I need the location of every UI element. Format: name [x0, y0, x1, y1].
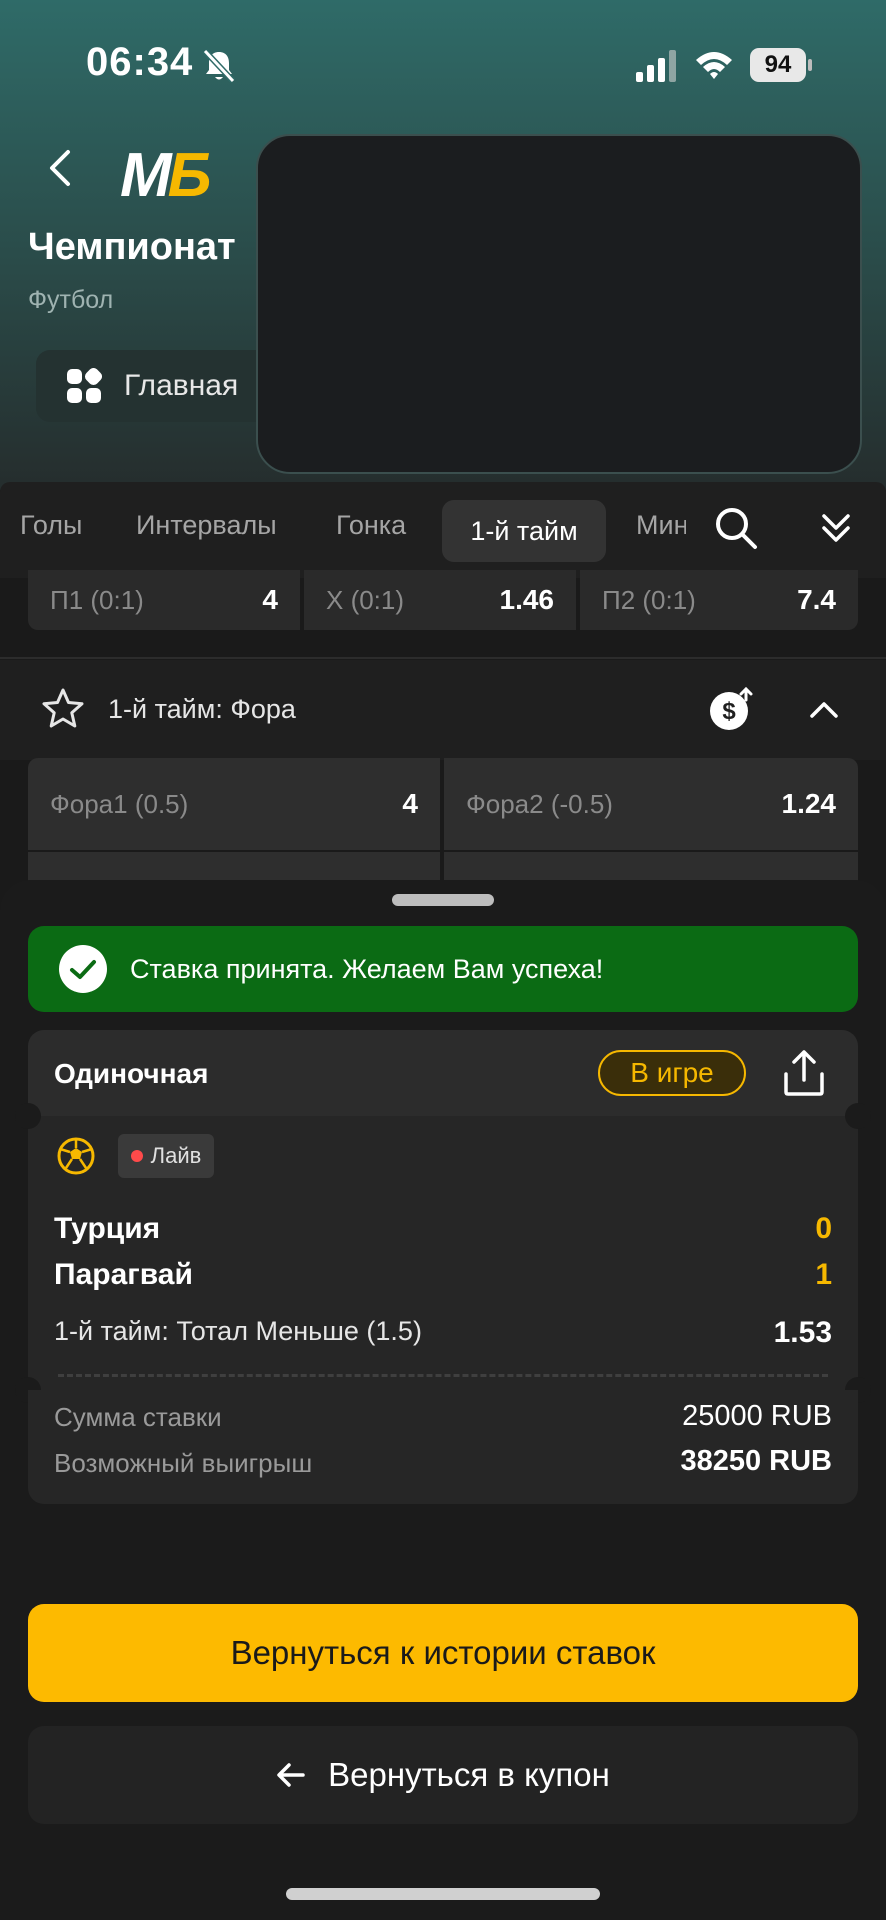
stake-label: Сумма ставки	[54, 1402, 222, 1432]
logo-m: М	[120, 141, 172, 210]
odd-label: П1 (0:1)	[50, 584, 144, 615]
page-subtitle: Футбол	[28, 286, 114, 314]
card-notch	[15, 1103, 41, 1129]
double-chevron-down-icon[interactable]	[818, 510, 854, 546]
battery-tip	[808, 59, 812, 71]
arrow-left-icon	[277, 1763, 305, 1787]
back-to-coupon-button[interactable]: Вернуться в купон	[28, 1726, 858, 1824]
success-message: Ставка принята. Желаем Вам успеха!	[130, 953, 604, 984]
divider	[0, 657, 886, 659]
tab-goals[interactable]: Голы	[20, 510, 82, 541]
potential-win-label: Возможный выигрыш	[54, 1448, 313, 1478]
bet-odd: 1.53	[773, 1316, 832, 1349]
success-banner: Ставка принята. Желаем Вам успеха!	[28, 926, 858, 1012]
home-indicator[interactable]	[286, 1888, 600, 1900]
coupon-button-label: Вернуться в купон	[328, 1756, 610, 1793]
odd-cell[interactable]: П1 (0:1) 4	[28, 570, 300, 630]
odd-label: Фора2 (-0.5)	[466, 788, 613, 819]
live-badge: Лайв	[118, 1134, 214, 1178]
odds-row-handicap-result: П1 (0:1) 4 X (0:1) 1.46 П2 (0:1) 7.4	[28, 570, 858, 630]
video-player-overlay[interactable]	[256, 134, 862, 474]
market-title: 1-й тайм: Фора	[108, 694, 296, 724]
card-notch	[845, 1103, 871, 1129]
cashout-icon[interactable]: $	[708, 686, 754, 732]
main-chip-label: Главная	[124, 369, 239, 402]
live-dot	[130, 1150, 143, 1162]
odd-cell[interactable]	[28, 852, 440, 882]
dashed-divider	[58, 1374, 828, 1377]
grid-icon	[67, 368, 102, 403]
search-icon[interactable]	[714, 506, 758, 550]
sheet-drag-handle[interactable]	[392, 894, 494, 906]
odd-value: 4	[402, 788, 418, 819]
live-label: Лайв	[150, 1143, 202, 1168]
odds-row-handicap: Фора1 (0.5) 4 Фора2 (-0.5) 1.24	[28, 758, 858, 850]
football-icon	[57, 1137, 95, 1175]
potential-win-value: 38250 RUB	[680, 1445, 832, 1477]
signal-icon	[636, 50, 676, 82]
tab-race[interactable]: Гонка	[336, 510, 406, 541]
odds-row-partial	[28, 852, 858, 882]
svg-text:$: $	[722, 698, 736, 725]
status-badge: В игре	[598, 1050, 746, 1096]
logo-b: Б	[167, 141, 212, 210]
share-icon[interactable]	[780, 1048, 828, 1098]
tab-intervals[interactable]: Интервалы	[136, 510, 277, 541]
back-to-history-button[interactable]: Вернуться к истории ставок	[28, 1604, 858, 1702]
back-button[interactable]	[40, 144, 80, 192]
odd-cell[interactable]: Фора1 (0.5) 4	[28, 758, 440, 850]
star-icon[interactable]	[40, 686, 86, 732]
tab-first-half[interactable]: 1-й тайм	[442, 500, 606, 562]
bet-outcome: 1-й тайм: Тотал Меньше (1.5)	[54, 1316, 422, 1346]
odd-label: П2 (0:1)	[602, 584, 696, 615]
odd-cell[interactable]: X (0:1) 1.46	[304, 570, 576, 630]
bet-type: Одиночная	[54, 1058, 209, 1089]
score-home: 0	[815, 1212, 832, 1245]
check-circle-icon	[59, 945, 107, 993]
battery-level: 94	[750, 48, 806, 82]
chevron-up-icon[interactable]	[806, 692, 842, 728]
page-title: Чемпионат	[28, 226, 236, 268]
app-logo: МБ	[120, 140, 212, 211]
team-home: Турция	[54, 1212, 161, 1245]
main-tab-chip[interactable]: Главная	[36, 350, 276, 422]
odd-value: 1.46	[499, 584, 555, 615]
team-away: Парагвай	[54, 1258, 193, 1291]
bet-card-header: Одиночная В игре	[28, 1030, 858, 1116]
odd-cell[interactable]: Фора2 (-0.5) 1.24	[444, 758, 858, 850]
bet-card: Одиночная В игре Лайв Турция 0 Парагвай …	[15, 1030, 871, 1504]
odd-value: 1.24	[781, 788, 837, 819]
battery-indicator: 94	[750, 48, 812, 82]
bell-muted-icon	[202, 48, 236, 84]
odd-value: 7.4	[797, 584, 836, 615]
score-away: 1	[815, 1258, 832, 1291]
stake-value: 25000 RUB	[682, 1400, 832, 1432]
status-time: 06:34	[86, 40, 194, 84]
odd-value: 4	[262, 584, 278, 615]
odd-cell[interactable]: П2 (0:1) 7.4	[580, 570, 858, 630]
odd-label: Фора1 (0.5)	[50, 788, 189, 819]
tab-minutes[interactable]: Мин	[636, 510, 686, 541]
bet-card-footer: Сумма ставки 25000 RUB Возможный выигрыш…	[28, 1390, 858, 1504]
odd-cell[interactable]	[444, 852, 858, 882]
odd-label: X (0:1)	[326, 584, 405, 615]
wifi-icon	[696, 52, 732, 79]
